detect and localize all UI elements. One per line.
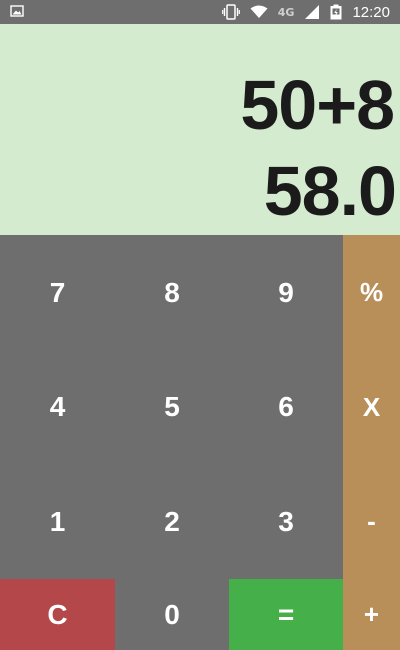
digit-7-button[interactable]: 7 [0,235,115,350]
percent-button[interactable]: % [343,235,400,350]
digit-1-button[interactable]: 1 [0,464,115,579]
vibrate-icon [221,4,240,20]
clear-button[interactable]: C [0,579,115,650]
digit-9-button[interactable]: 9 [229,235,343,350]
status-bar: 4G 12:20 [0,0,400,24]
keypad: 7 8 9 4 5 6 1 2 3 C 0 = % X - + [0,235,400,650]
digit-2-button[interactable]: 2 [115,464,229,579]
equals-button[interactable]: = [229,579,343,650]
digit-3-button[interactable]: 3 [229,464,343,579]
network-type-label: 4G [277,5,295,19]
calculator-display: 50+8 58.0 [0,24,400,235]
calculator-screen: 4G 12:20 50+8 58.0 7 8 9 4 5 6 1 2 3 C 0… [0,0,400,650]
gallery-notification-icon [10,4,26,20]
signal-icon [304,4,320,20]
battery-charging-icon [330,4,342,20]
result-text: 58.0 [263,152,397,230]
digit-6-button[interactable]: 6 [229,350,343,464]
digit-8-button[interactable]: 8 [115,235,229,350]
minus-button[interactable]: - [343,464,400,579]
multiply-button[interactable]: X [343,350,400,464]
digit-5-button[interactable]: 5 [115,350,229,464]
plus-button[interactable]: + [343,579,400,650]
operator-column: % X - + [343,235,400,650]
expression-text: 50+8 [240,66,395,144]
status-icons: 4G 12:20 [221,0,390,24]
wifi-icon [250,5,268,19]
digit-4-button[interactable]: 4 [0,350,115,464]
digit-0-button[interactable]: 0 [115,579,229,650]
status-clock: 12:20 [352,3,390,21]
